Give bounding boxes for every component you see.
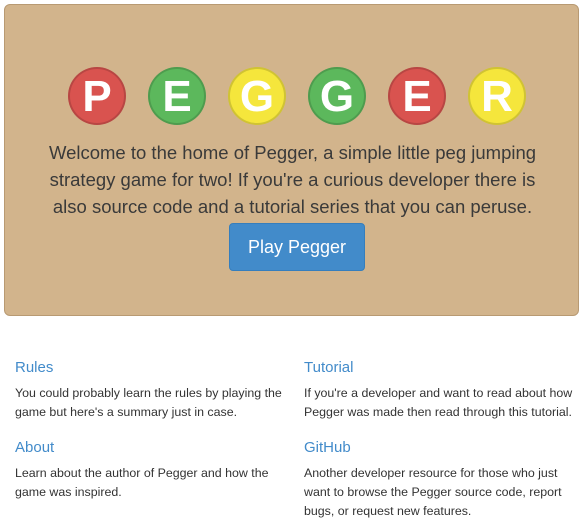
- logo-peg-e-2: E: [388, 67, 446, 125]
- pegger-logo: P E G G E R: [5, 67, 580, 131]
- welcome-text: Welcome to the home of Pegger, a simple …: [48, 142, 537, 217]
- about-section: About Learn about the author of Pegger a…: [15, 438, 285, 502]
- play-pegger-button[interactable]: Play Pegger: [229, 223, 365, 271]
- github-link[interactable]: GitHub: [304, 438, 574, 458]
- about-description: Learn about the author of Pegger and how…: [15, 466, 269, 499]
- logo-peg-g: G: [228, 67, 286, 125]
- logo-peg-g-2: G: [308, 67, 366, 125]
- rules-link[interactable]: Rules: [15, 358, 285, 378]
- logo-peg-e: E: [148, 67, 206, 125]
- tutorial-section: Tutorial If you're a developer and want …: [304, 358, 574, 422]
- github-description: Another developer resource for those who…: [304, 466, 562, 518]
- logo-peg-r: R: [468, 67, 526, 125]
- tutorial-link[interactable]: Tutorial: [304, 358, 574, 378]
- hero-panel: P E G G E R Welcome to the home of Pegge…: [4, 4, 579, 316]
- logo-peg-p: P: [68, 67, 126, 125]
- tutorial-description: If you're a developer and want to read a…: [304, 386, 573, 419]
- rules-description: You could probably learn the rules by pl…: [15, 386, 282, 419]
- about-link[interactable]: About: [15, 438, 285, 458]
- github-section: GitHub Another developer resource for th…: [304, 438, 574, 521]
- rules-section: Rules You could probably learn the rules…: [15, 358, 285, 422]
